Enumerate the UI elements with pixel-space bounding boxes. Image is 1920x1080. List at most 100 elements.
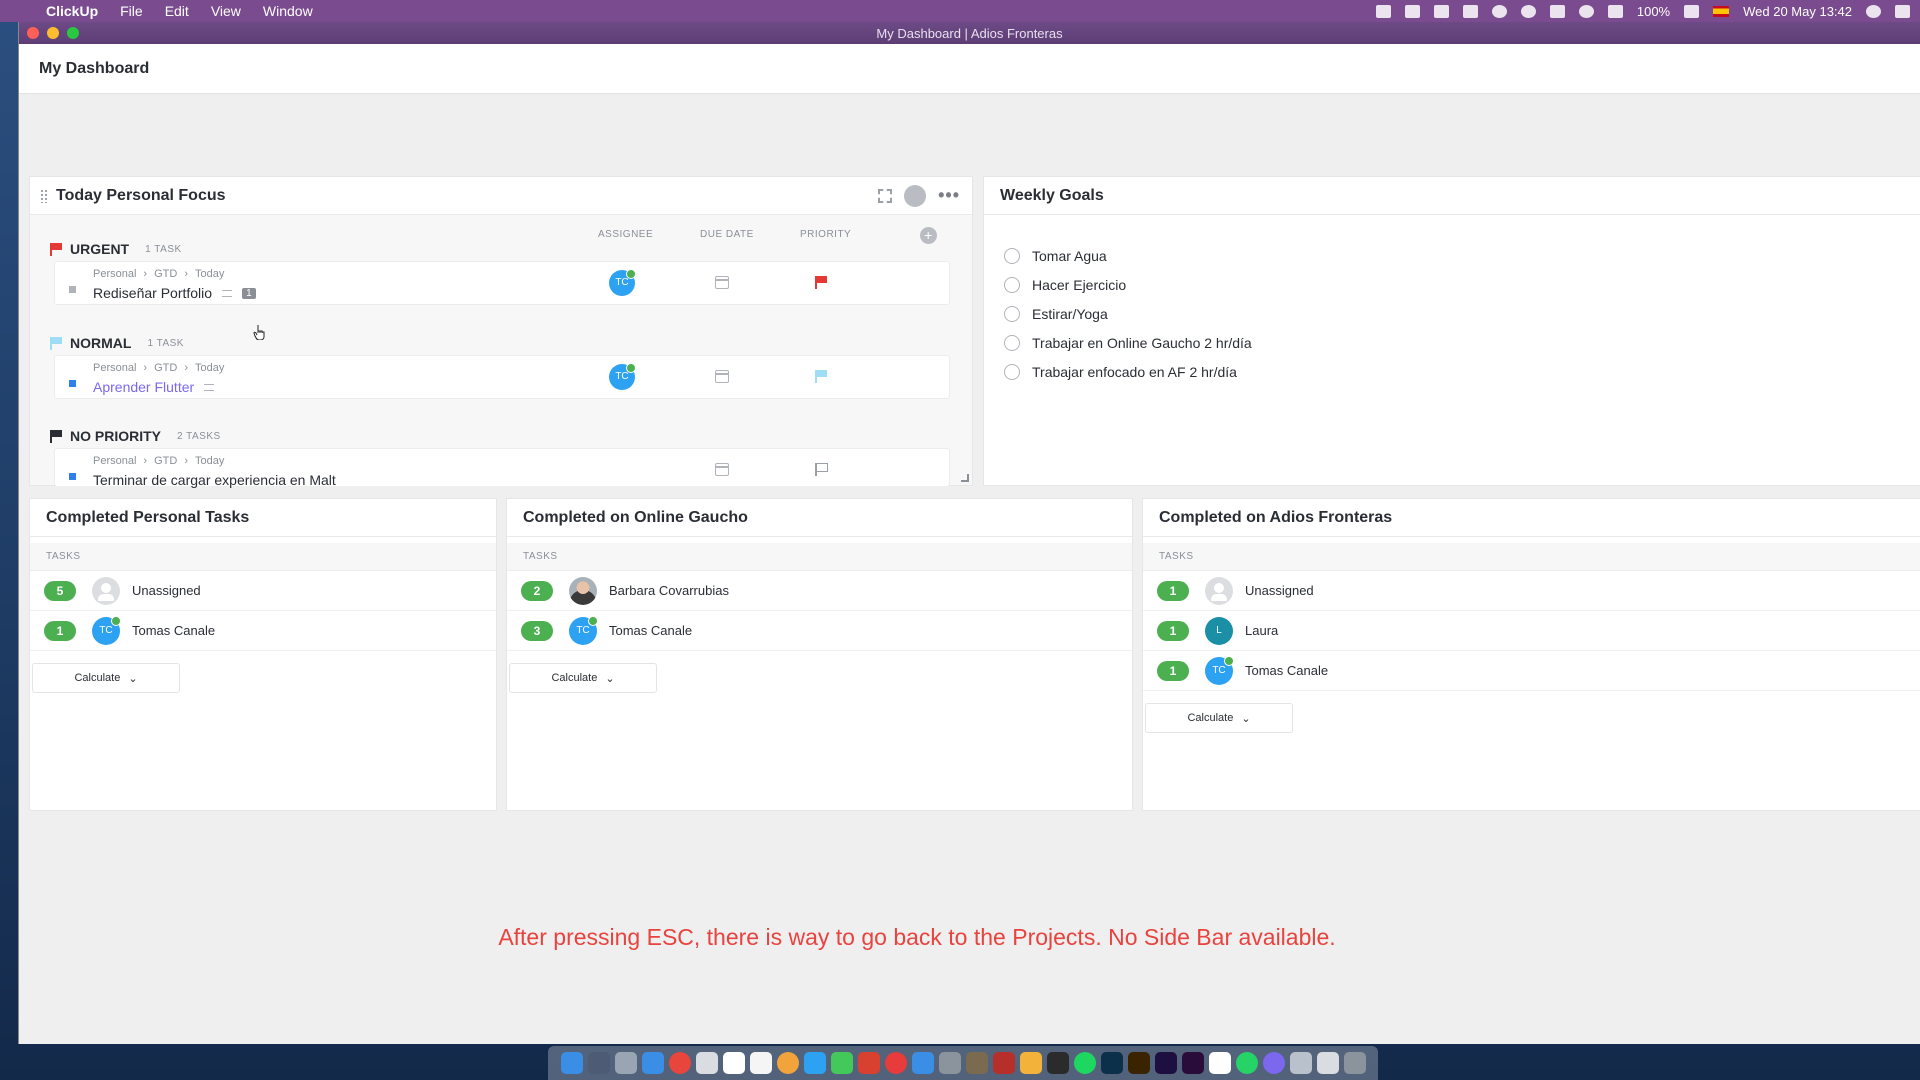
calendar-icon[interactable] <box>715 276 729 289</box>
calendar-app-icon[interactable] <box>722 1052 745 1074</box>
filter-icon[interactable] <box>904 184 927 207</box>
messages-icon[interactable] <box>803 1052 826 1074</box>
slack-icon[interactable] <box>1208 1052 1231 1074</box>
breadcrumb-item[interactable]: Personal <box>93 455 136 467</box>
menu-edit[interactable]: Edit <box>165 3 189 19</box>
documents-icon[interactable] <box>1316 1052 1339 1074</box>
launchpad-icon[interactable] <box>587 1052 610 1074</box>
group-header-normal[interactable]: NORMAL 1 TASK <box>50 335 184 351</box>
photos-icon[interactable] <box>776 1052 799 1074</box>
figma-icon[interactable] <box>1046 1052 1069 1074</box>
battery-icon[interactable] <box>1684 4 1700 18</box>
whatsapp-icon[interactable] <box>1235 1052 1258 1074</box>
calculate-dropdown[interactable]: Calculate ⌄ <box>1145 703 1293 733</box>
block-icon[interactable] <box>884 1052 907 1074</box>
assignee-row[interactable]: 5 Unassigned <box>30 571 496 611</box>
assignee-row[interactable]: 2 Barbara Covarrubias <box>507 571 1132 611</box>
count-badge[interactable]: 1 <box>1157 620 1189 641</box>
task-row[interactable]: Personal › GTD › Today Terminar de cargar ex… <box>54 448 950 488</box>
volume-icon[interactable] <box>1607 4 1623 18</box>
priority-flag-icon[interactable] <box>815 370 827 383</box>
breadcrumb-item[interactable]: Today <box>195 362 224 374</box>
goal-item[interactable]: Estirar/Yoga <box>1004 299 1920 328</box>
count-badge[interactable]: 3 <box>521 620 553 641</box>
breadcrumb-item[interactable]: GTD <box>154 455 177 467</box>
illustrator-icon[interactable] <box>1127 1052 1150 1074</box>
filezilla-icon[interactable] <box>992 1052 1015 1074</box>
trash-icon[interactable] <box>1343 1052 1366 1074</box>
facetime-icon[interactable] <box>830 1052 853 1074</box>
breadcrumb-item[interactable]: Today <box>195 455 224 467</box>
safari-icon[interactable] <box>641 1052 664 1074</box>
goal-item[interactable]: Trabajar en Online Gaucho 2 hr/día <box>1004 328 1920 357</box>
breadcrumb-item[interactable]: GTD <box>154 362 177 374</box>
keyboard-language-icon[interactable] <box>1713 5 1730 17</box>
clickup-icon[interactable] <box>1262 1052 1285 1074</box>
spotify-icon[interactable] <box>1073 1052 1096 1074</box>
status-square-icon[interactable] <box>69 286 76 293</box>
assignee-row[interactable]: 1 Unassigned <box>1143 571 1920 611</box>
priority-flag-outline-icon[interactable] <box>815 463 828 476</box>
bluetooth-icon[interactable] <box>1549 4 1565 18</box>
checkbox-circle-icon[interactable] <box>1004 276 1020 293</box>
count-badge[interactable]: 1 <box>44 620 76 641</box>
checkbox-circle-icon[interactable] <box>1004 363 1020 380</box>
checkbox-circle-icon[interactable] <box>1004 247 1020 264</box>
premiere-icon[interactable] <box>1181 1052 1204 1074</box>
transmit-icon[interactable] <box>965 1052 988 1074</box>
goal-item[interactable]: Hacer Ejercicio <box>1004 270 1920 299</box>
checkbox-circle-icon[interactable] <box>1004 305 1020 322</box>
notification-center-icon[interactable] <box>1895 4 1910 18</box>
resize-handle-icon[interactable] <box>961 474 969 482</box>
goal-item[interactable]: Tomar Agua <box>1004 241 1920 270</box>
group-header-urgent[interactable]: URGENT 1 TASK <box>50 241 182 257</box>
breadcrumb-item[interactable]: Today <box>195 268 224 280</box>
spotlight-search-icon[interactable] <box>1866 4 1881 18</box>
count-badge[interactable]: 2 <box>521 580 553 601</box>
breadcrumb-item[interactable]: Personal <box>93 268 136 280</box>
breadcrumb-item[interactable]: GTD <box>154 268 177 280</box>
column-due-date[interactable]: DUE DATE <box>700 229 754 240</box>
task-name[interactable]: Aprender Flutter <box>93 379 194 395</box>
notes-icon[interactable] <box>749 1052 772 1074</box>
task-name[interactable]: Rediseñar Portfolio <box>93 285 212 301</box>
sketch-icon[interactable] <box>1019 1052 1042 1074</box>
count-badge[interactable]: 1 <box>1157 580 1189 601</box>
assignee-row[interactable]: 1 TC Tomas Canale <box>1143 651 1920 691</box>
wifi-icon[interactable] <box>1578 4 1594 18</box>
calculate-dropdown[interactable]: Calculate ⌄ <box>509 663 657 693</box>
goal-item[interactable]: Trabajar enfocado en AF 2 hr/día <box>1004 357 1920 386</box>
status-square-icon[interactable] <box>69 380 76 387</box>
task-row[interactable]: Personal › GTD › Today Aprender Flutter TC <box>54 355 950 399</box>
stats-icon[interactable] <box>1462 4 1478 18</box>
calendar-icon[interactable] <box>715 463 729 476</box>
assignee-avatar[interactable]: TC <box>609 363 636 390</box>
subtask-count-badge[interactable]: 1 <box>242 287 256 299</box>
menubar-clock[interactable]: Wed 20 May 13:42 <box>1743 4 1852 19</box>
app-store-icon[interactable] <box>911 1052 934 1074</box>
system-preferences-icon[interactable] <box>938 1052 961 1074</box>
html5-icon[interactable] <box>1404 4 1420 18</box>
assignee-avatar[interactable]: TC <box>609 269 636 296</box>
expand-icon[interactable] <box>878 188 893 203</box>
after-effects-icon[interactable] <box>1154 1052 1177 1074</box>
finder-icon[interactable] <box>560 1052 583 1074</box>
rocket-icon[interactable] <box>614 1052 637 1074</box>
calendar-icon[interactable] <box>715 370 729 383</box>
assignee-row[interactable]: 3 TC Tomas Canale <box>507 611 1132 651</box>
battery-percent[interactable]: 100% <box>1637 4 1670 19</box>
drag-handle-icon[interactable] <box>40 188 48 203</box>
menu-window[interactable]: Window <box>263 3 313 19</box>
assignee-row[interactable]: 1 L Laura <box>1143 611 1920 651</box>
photoshop-icon[interactable] <box>1100 1052 1123 1074</box>
group-header-no-priority[interactable]: NO PRIORITY 2 TASKS <box>50 428 221 444</box>
assignee-row[interactable]: 1 TC Tomas Canale <box>30 611 496 651</box>
preview-icon[interactable] <box>695 1052 718 1074</box>
do-not-disturb-icon[interactable] <box>1491 4 1507 18</box>
count-badge[interactable]: 1 <box>1157 660 1189 681</box>
display-icon[interactable] <box>1433 4 1449 18</box>
checkbox-circle-icon[interactable] <box>1004 334 1020 351</box>
task-name[interactable]: Terminar de cargar experiencia en Malt <box>93 472 336 488</box>
dropbox-icon[interactable] <box>1375 4 1391 18</box>
count-badge[interactable]: 5 <box>44 580 76 601</box>
